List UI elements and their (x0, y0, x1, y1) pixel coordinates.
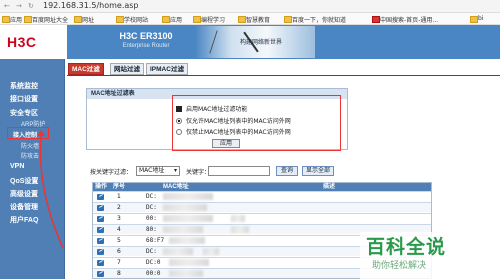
sidebar-item-device[interactable]: 设备管理 (10, 202, 38, 212)
h3c-logo: H3C (0, 25, 67, 59)
row-mac: DC: (146, 248, 157, 255)
chevron-down-icon: ▾ (173, 167, 177, 174)
redacted-value (169, 270, 203, 277)
tab-ipmac-filter[interactable]: IPMAC过滤 (146, 63, 188, 75)
row-mac: 00:0 (146, 270, 161, 277)
allow-only-radio[interactable]: 仅允许MAC地址列表中的MAC访问外网 (176, 116, 291, 125)
redacted-value (169, 259, 209, 266)
row-number: 2 (117, 204, 121, 211)
bookmark[interactable]: 应用 (162, 15, 182, 24)
edit-icon[interactable] (97, 238, 104, 244)
radio-selected[interactable] (176, 118, 182, 124)
bookmarks-bar: 应用 百度网址大全 网址 学校网站 应用 编程学习 智慧教育 百度一下，你就知道… (0, 13, 500, 25)
browser-window: ← → ↻ 192.168.31.5/home.asp 应用 百度网址大全 网址… (0, 0, 500, 279)
tab-underline (67, 75, 500, 76)
row-mac: DC:0 (146, 259, 161, 266)
col-action: 操作 (95, 184, 108, 190)
refresh-icon[interactable]: ↻ (28, 2, 34, 10)
bookmark[interactable]: 百度一下，你就知道 (284, 15, 346, 24)
keyword-input[interactable] (208, 166, 270, 176)
edit-icon[interactable] (97, 271, 104, 277)
model-subtitle: Enterprise Router (122, 43, 170, 49)
enable-mac-filter-checkbox[interactable]: 启用MAC地址过滤功能 (176, 104, 247, 113)
radio-unselected[interactable] (176, 129, 182, 135)
router-header: H3C H3C ER3100 Enterprise Router 构建网络新世界 (0, 25, 500, 59)
bookmark[interactable]: 学校网站 (116, 15, 148, 24)
sidebar-subitem-access-control[interactable]: 接入控制 (13, 130, 37, 139)
sidebar-item-advanced[interactable]: 高级设置 (10, 189, 38, 199)
show-all-button[interactable]: 显示全部 (302, 166, 334, 176)
edit-icon[interactable] (97, 216, 104, 222)
edit-icon[interactable] (97, 260, 104, 266)
row-number: 6 (117, 248, 121, 255)
table-row: 2 DC: (93, 202, 431, 212)
row-number: 1 (117, 193, 121, 200)
col-description: 描述 (323, 184, 336, 190)
bookmark[interactable]: 中国搜索-首页-通用... (372, 15, 438, 24)
row-number: 8 (117, 270, 121, 277)
bookmark[interactable]: 百度网址大全 (24, 15, 68, 24)
redacted-value (231, 215, 245, 222)
model-name: H3C ER3100 (119, 31, 173, 41)
row-number: 5 (117, 237, 121, 244)
header-slogan: 构建网络新世界 (240, 39, 283, 46)
table-row: 1 DC: (93, 191, 431, 201)
keyword-label: 关键字： (186, 169, 211, 176)
redacted-value (203, 248, 219, 255)
bookmark[interactable]: bi (470, 15, 483, 23)
row-mac: 68:F7 (146, 237, 165, 244)
arrow-left-icon[interactable]: ← (4, 2, 10, 10)
bookmark[interactable]: 应用 (2, 15, 22, 24)
row-mac: DC: (146, 193, 157, 200)
redacted-value (163, 226, 203, 233)
filter-field-select[interactable]: MAC地址 ▾ (136, 166, 180, 176)
enable-label: 启用MAC地址过滤功能 (186, 106, 248, 113)
row-number: 3 (117, 215, 121, 222)
redacted-value (163, 193, 213, 200)
redacted-value (163, 248, 193, 255)
edit-icon[interactable] (97, 205, 104, 211)
row-number: 4 (117, 226, 121, 233)
address-bar: ← → ↻ 192.168.31.5/home.asp (0, 0, 500, 13)
watermark-logo: 百科全说 助你轻松解决 (360, 232, 500, 279)
tab-mac-filter[interactable]: MAC过滤 (68, 63, 104, 75)
sidebar-item-security[interactable]: 安全专区 (10, 108, 38, 118)
bookmark[interactable]: 智慧教育 (238, 15, 270, 24)
annotation-arrow (37, 130, 64, 249)
redacted-value (163, 215, 213, 222)
query-button[interactable]: 查询 (276, 166, 298, 176)
row-mac: DC: (146, 204, 157, 211)
bookmark[interactable]: 编程学习 (193, 15, 225, 24)
edit-icon[interactable] (97, 227, 104, 233)
edit-icon[interactable] (97, 194, 104, 200)
table-header: 操作 序号 MAC地址 描述 (93, 183, 431, 191)
arrow-right-icon[interactable]: → (16, 2, 22, 10)
checkbox-checked[interactable] (176, 106, 182, 112)
filter-field-label: 按关键字过滤： (90, 169, 133, 176)
sidebar-item-vpn[interactable]: VPN (10, 163, 24, 170)
watermark-title: 百科全说 (366, 236, 447, 258)
redacted-value (163, 204, 207, 211)
sidebar-item-interface[interactable]: 接口设置 (10, 94, 38, 104)
col-mac: MAC地址 (163, 184, 189, 190)
watermark-subtitle: 助你轻松解决 (372, 261, 427, 271)
redacted-value (231, 226, 249, 233)
deny-only-radio[interactable]: 仅禁止MAC地址列表中的MAC访问外网 (176, 127, 291, 136)
tab-website-filter[interactable]: 网站过滤 (110, 63, 144, 75)
apply-button[interactable]: 应用 (212, 139, 240, 148)
bookmark[interactable]: 网址 (74, 15, 94, 24)
redacted-value (169, 237, 205, 244)
row-mac: 80: (146, 226, 157, 233)
sidebar-item-system-monitor[interactable]: 系统监控 (10, 81, 38, 91)
edit-icon[interactable] (97, 249, 104, 255)
deny-only-label: 仅禁止MAC地址列表中的MAC访问外网 (186, 129, 291, 136)
url-text[interactable]: 192.168.31.5/home.asp (43, 1, 139, 10)
col-number: 序号 (113, 184, 126, 190)
allow-only-label: 仅允许MAC地址列表中的MAC访问外网 (186, 118, 291, 125)
row-number: 7 (117, 259, 121, 266)
row-mac: 00: (146, 215, 157, 222)
select-value: MAC地址 (139, 167, 165, 174)
table-row: 3 00: (93, 213, 431, 223)
